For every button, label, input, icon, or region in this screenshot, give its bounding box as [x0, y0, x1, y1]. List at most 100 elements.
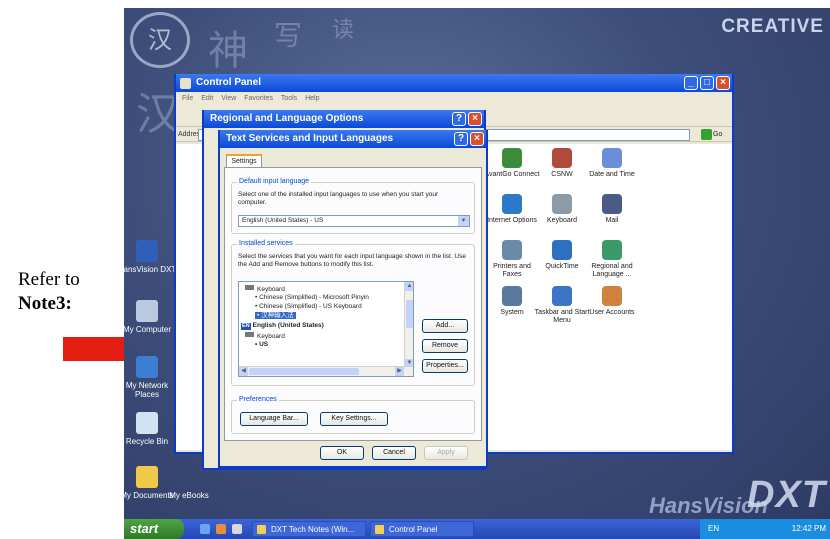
language-bar-button[interactable]: Language Bar...: [240, 412, 308, 426]
keyboard-icon: [245, 332, 254, 337]
preferences-group: Preferences Language Bar... Key Settings…: [231, 396, 475, 434]
installed-services-tree[interactable]: Keyboard • Chinese (Simplified) - Micros…: [238, 281, 414, 377]
apply-button[interactable]: Apply: [424, 446, 468, 460]
tree-vertical-scrollbar[interactable]: ▲ ▼: [404, 282, 413, 368]
calligraphy-char: 神: [208, 28, 248, 74]
desktop-icon-network[interactable]: My Network Places: [124, 356, 178, 399]
language-indicator[interactable]: EN: [708, 524, 719, 533]
document-icon: [257, 525, 266, 534]
annotation-note: Refer to Note3:: [18, 268, 128, 316]
control-panel-item-label: Date and Time: [589, 171, 635, 178]
control-panel-item[interactable]: QuickTime: [534, 240, 590, 271]
control-panel-item-label: QuickTime: [545, 263, 579, 270]
close-button[interactable]: ×: [716, 76, 730, 90]
taskbar-item[interactable]: DXT Tech Notes (Win...: [252, 521, 366, 537]
group-label: Installed services: [237, 240, 295, 248]
control-panel-item[interactable]: Printers and Faxes: [484, 240, 540, 279]
control-panel-item[interactable]: System: [484, 286, 540, 317]
desktop-icon-label: My eBooks: [169, 491, 209, 500]
scroll-thumb[interactable]: [249, 368, 359, 375]
help-button[interactable]: ?: [454, 132, 468, 146]
go-button[interactable]: Go: [700, 128, 730, 141]
scroll-left-icon[interactable]: ◀: [239, 367, 248, 376]
start-button[interactable]: start: [124, 519, 184, 539]
control-panel-item-label: AvantGo Connect: [484, 171, 540, 178]
control-panel-item[interactable]: Keyboard: [534, 194, 590, 225]
tree-row-label: • Chinese (Simplified) - Microsoft Pinyi…: [255, 294, 369, 301]
tree-row-selected[interactable]: • 汉神输入法: [255, 312, 296, 320]
desktop-icon-recycle-bin[interactable]: Recycle Bin: [124, 412, 178, 446]
desktop-icon-my-computer[interactable]: My Computer: [124, 300, 178, 334]
control-panel-item-icon: [502, 286, 522, 306]
desktop-icon-label: My Network Places: [125, 381, 169, 399]
text-services-dialog: Text Services and Input Languages ? × Se…: [218, 130, 488, 468]
computer-icon: [136, 300, 158, 322]
tree-row[interactable]: Keyboard: [245, 332, 285, 341]
control-panel-item[interactable]: Date and Time: [584, 148, 640, 179]
taskbar: start DXT Tech Notes (Win... Control Pan…: [124, 519, 830, 539]
control-panel-item[interactable]: AvantGo Connect: [484, 148, 540, 179]
key-settings-button[interactable]: Key Settings...: [320, 412, 388, 426]
properties-button[interactable]: Properties...: [422, 359, 468, 373]
control-panel-item[interactable]: Regional and Language ...: [584, 240, 640, 279]
quicklaunch-media-icon[interactable]: [216, 524, 226, 534]
go-label: Go: [713, 131, 723, 138]
close-button[interactable]: ×: [468, 112, 482, 126]
maximize-button[interactable]: □: [700, 76, 714, 90]
tree-horizontal-scrollbar[interactable]: ◀ ▶: [239, 366, 413, 376]
add-button[interactable]: Add...: [422, 319, 468, 333]
desktop-icon-label: HansVision DXT: [124, 265, 177, 274]
close-button[interactable]: ×: [470, 132, 484, 146]
control-panel-item-icon: [552, 148, 572, 168]
tree-row[interactable]: • US: [255, 341, 268, 349]
minimize-button[interactable]: _: [684, 76, 698, 90]
quicklaunch-desktop-icon[interactable]: [232, 524, 242, 534]
control-panel-item[interactable]: Internet Options: [484, 194, 540, 225]
tree-row[interactable]: Keyboard: [245, 285, 285, 294]
calligraphy-char: 写: [274, 19, 303, 52]
control-panel-icon: [180, 78, 191, 89]
tree-row-language[interactable]: EN English (United States): [241, 322, 324, 330]
tree-row-label: English (United States): [252, 322, 324, 329]
tree-row-label: Keyboard: [257, 333, 285, 340]
tab-settings[interactable]: Settings: [226, 154, 262, 168]
quicklaunch-browser-icon[interactable]: [200, 524, 210, 534]
tree-row[interactable]: • Chinese (Simplified) - US Keyboard: [255, 303, 362, 311]
control-panel-item-icon: [602, 194, 622, 214]
scroll-thumb[interactable]: [406, 300, 413, 328]
calligraphy-char: 读: [332, 18, 355, 43]
en-language-icon: EN: [241, 323, 251, 330]
control-panel-item-icon: [602, 286, 622, 306]
group-label: Default input language: [237, 178, 312, 186]
text-services-titlebar[interactable]: Text Services and Input Languages ? ×: [220, 130, 486, 148]
remove-button[interactable]: Remove: [422, 339, 468, 353]
default-language-select[interactable]: English (United States) - US ▼: [238, 215, 470, 227]
taskbar-item[interactable]: Control Panel: [370, 521, 474, 537]
regional-options-titlebar[interactable]: Regional and Language Options ? ×: [204, 110, 484, 128]
scroll-right-icon[interactable]: ▶: [395, 367, 404, 376]
control-panel-title: Control Panel: [196, 77, 262, 88]
desktop-icon-my-ebooks[interactable]: My eBooks: [164, 491, 214, 500]
control-panel-item[interactable]: Mail: [584, 194, 640, 225]
control-panel-item-label: User Accounts: [589, 309, 635, 316]
control-panel-item-label: System: [500, 309, 524, 316]
scroll-up-icon[interactable]: ▲: [405, 282, 413, 291]
control-panel-item[interactable]: CSNW: [534, 148, 590, 179]
control-panel-menubar[interactable]: File Edit View Favorites Tools Help: [176, 92, 732, 106]
control-panel-titlebar[interactable]: Control Panel _ □ ×: [176, 74, 732, 92]
dxt-logo: DXT: [747, 474, 826, 516]
go-arrow-icon: [701, 129, 712, 140]
help-button[interactable]: ?: [452, 112, 466, 126]
cancel-button[interactable]: Cancel: [372, 446, 416, 460]
tree-row[interactable]: • Chinese (Simplified) - Microsoft Pinyi…: [255, 294, 369, 302]
control-panel-item-icon: [552, 194, 572, 214]
control-panel-item-label: Internet Options: [487, 217, 537, 224]
control-panel-item[interactable]: User Accounts: [584, 286, 640, 317]
control-panel-item-label: Printers and Faxes: [493, 263, 531, 278]
ok-button[interactable]: OK: [320, 446, 364, 460]
text-services-title: Text Services and Input Languages: [226, 133, 394, 144]
control-panel-item[interactable]: Taskbar and Start Menu: [534, 286, 590, 325]
control-panel-icon: [375, 525, 384, 534]
desktop-icon-hansvision[interactable]: HansVision DXT: [124, 240, 178, 274]
chevron-down-icon[interactable]: ▼: [458, 216, 469, 226]
